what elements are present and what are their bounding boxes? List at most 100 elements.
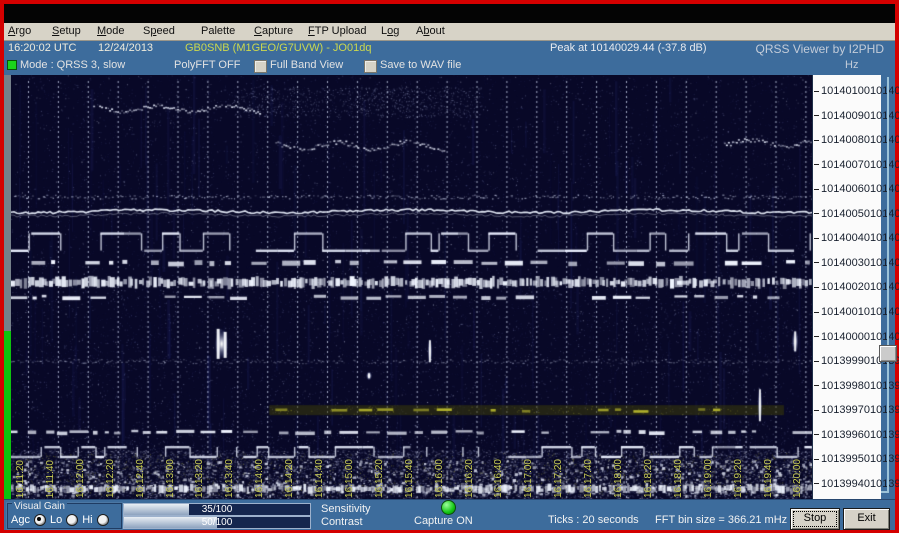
sensitivity-slider[interactable]: 35/100 xyxy=(123,503,311,516)
freq-tick-label: 1014000010140000 xyxy=(814,331,882,343)
visual-gain-title: Visual Gain xyxy=(12,502,67,512)
time-tick-label: 16:16:00 xyxy=(434,459,445,498)
capture-status-label: Capture ON xyxy=(414,515,473,527)
time-tick-label: 16:20:00 xyxy=(792,459,803,498)
time-tick-label: 16:14:20 xyxy=(284,459,295,498)
time-tick-label: 16:13:40 xyxy=(224,459,235,498)
freq-tick-label: 1014008010140080 xyxy=(814,134,882,146)
radio-lo[interactable] xyxy=(66,514,78,526)
frequency-scale: 1014010010140100 1014009010140090 10140080… xyxy=(812,75,881,499)
peak-readout: Peak at 10140029.44 (-37.8 dB) xyxy=(550,42,707,54)
freq-tick-label: 1014006010140060 xyxy=(814,183,882,195)
time-tick-label: 16:18:00 xyxy=(613,459,624,498)
time-tick-label: 16:16:20 xyxy=(464,459,475,498)
freq-tick-label: 1013999010139990 xyxy=(814,355,882,367)
station-callsign: GB0SNB (M1GEO/G7UVW) - JO01dq xyxy=(185,42,371,54)
control-panel: Visual Gain Agc Lo Hi 35/100 50/100 Sensit… xyxy=(4,499,895,530)
polyfft-label[interactable]: PolyFFT OFF xyxy=(174,59,240,71)
freq-tick-label: 1014009010140090 xyxy=(814,110,882,122)
capture-led xyxy=(441,500,456,515)
waterfall-display[interactable]: 16:11:20 16:11:40 16:12:00 16:12:20 16:12:40… xyxy=(11,75,812,499)
time-tick-label: 16:19:20 xyxy=(733,459,744,498)
time-tick-label: 16:11:40 xyxy=(45,460,56,498)
freq-tick-label: 1013995010139950 xyxy=(814,453,882,465)
menu-item-capture[interactable]: Capture xyxy=(254,25,293,37)
time-tick-label: 16:12:00 xyxy=(75,459,86,498)
time-tick-label: 16:13:00 xyxy=(165,459,176,498)
menu-item-about[interactable]: About xyxy=(416,25,445,37)
fft-bin-readout: FFT bin size = 366.21 mHz xyxy=(655,514,787,526)
time-tick-label: 16:19:40 xyxy=(763,459,774,498)
contrast-label: Contrast xyxy=(321,516,363,528)
visual-gain-option-label: Lo xyxy=(50,514,62,526)
time-tick-label: 16:15:40 xyxy=(404,459,415,498)
waterfall-canvas[interactable] xyxy=(11,75,812,499)
hz-unit-label: Hz xyxy=(845,59,858,71)
time-tick-label: 16:14:40 xyxy=(314,459,325,498)
time-tick-label: 16:18:40 xyxy=(673,459,684,498)
ticks-readout: Ticks : 20 seconds xyxy=(548,514,639,526)
frequency-scrollbar-cap xyxy=(881,491,889,493)
date: 12/24/2013 xyxy=(98,42,153,54)
freq-tick-label: 1014010010140100 xyxy=(814,85,882,97)
app-frame: Argo Setup Mode Speed Palette Capture FTP Uplo… xyxy=(0,0,899,533)
menu-item-setup[interactable]: Setup xyxy=(52,25,81,37)
mode-label: Mode : QRSS 3, slow xyxy=(20,59,125,71)
time-tick-label: 16:14:00 xyxy=(254,459,265,498)
time-tick-label: 16:16:40 xyxy=(493,459,504,498)
full-band-view-checkbox[interactable] xyxy=(254,60,267,73)
freq-tick-label: 1014005010140050 xyxy=(814,208,882,220)
freq-tick-label: 1013997010139970 xyxy=(814,404,882,416)
time-tick-label: 16:15:20 xyxy=(374,459,385,498)
menu-item-argo[interactable]: Argo xyxy=(8,25,31,37)
status-bar: Mode : QRSS 3, slow PolyFFT OFF Full Ban… xyxy=(4,57,895,75)
time-tick-label: 16:18:20 xyxy=(643,459,654,498)
sensitivity-value: 35/100 xyxy=(124,504,310,515)
contrast-slider[interactable]: 50/100 xyxy=(123,516,311,529)
time-tick-label: 16:13:20 xyxy=(194,459,205,498)
contrast-value: 50/100 xyxy=(124,517,310,528)
menu-item-speed[interactable]: Speed xyxy=(143,25,175,37)
freq-tick-label: 1013998010139980 xyxy=(814,380,882,392)
time-tick-label: 16:19:00 xyxy=(703,459,714,498)
save-wav-label: Save to WAV file xyxy=(380,59,461,71)
time-tick-label: 16:15:00 xyxy=(344,459,355,498)
main-area: 16:11:20 16:11:40 16:12:00 16:12:20 16:12:40… xyxy=(4,75,895,499)
visual-gain-option-label: Hi xyxy=(82,514,92,526)
menu-item-mode[interactable]: Mode xyxy=(97,25,125,37)
freq-tick-label: 1014002010140020 xyxy=(814,281,882,293)
info-bar: 16:20:02 UTC 12/24/2013 GB0SNB (M1GEO/G7… xyxy=(4,41,895,57)
freq-tick-label: 1014007010140070 xyxy=(814,159,882,171)
visual-gain-groupbox: Visual Gain Agc Lo Hi xyxy=(7,503,122,529)
save-wav-checkbox[interactable] xyxy=(364,60,377,73)
menu-item-ftp-upload[interactable]: FTP Upload xyxy=(308,25,367,37)
radio-hi[interactable] xyxy=(97,514,109,526)
freq-tick-label: 1014003010140030 xyxy=(814,257,882,269)
freq-tick-label: 1014001010140010 xyxy=(814,306,882,318)
app-title: QRSS Viewer by I2PHD xyxy=(756,42,885,56)
full-band-view-label: Full Band View xyxy=(270,59,343,71)
run-indicator xyxy=(7,60,17,70)
time-tick-label: 16:12:20 xyxy=(105,459,116,498)
menu-item-log[interactable]: Log xyxy=(381,25,399,37)
freq-tick-label: 1013994010139940 xyxy=(814,478,882,490)
argo-window: Argo Setup Mode Speed Palette Capture FTP Uplo… xyxy=(4,4,895,529)
time-tick-label: 16:17:40 xyxy=(583,459,594,498)
stop-button[interactable]: Stop xyxy=(790,508,840,530)
time-tick-label: 16:17:20 xyxy=(553,459,564,498)
title-bar xyxy=(4,4,895,23)
sensitivity-label: Sensitivity xyxy=(321,503,371,515)
time-tick-label: 16:11:20 xyxy=(15,460,26,498)
menu-item-palette[interactable]: Palette xyxy=(201,25,235,37)
frequency-scrollbar-track[interactable] xyxy=(887,77,889,493)
utc-time: 16:20:02 UTC xyxy=(8,42,76,54)
frequency-scrollbar-thumb[interactable] xyxy=(879,345,897,362)
exit-button[interactable]: Exit xyxy=(843,508,890,530)
menu-bar: Argo Setup Mode Speed Palette Capture FTP Uplo… xyxy=(4,23,895,41)
radio-agc[interactable] xyxy=(34,514,46,526)
time-tick-label: 16:17:00 xyxy=(523,459,534,498)
freq-tick-label: 1014004010140040 xyxy=(814,232,882,244)
freq-tick-label: 1013996010139960 xyxy=(814,429,882,441)
time-tick-label: 16:12:40 xyxy=(135,459,146,498)
visual-gain-option-label: Agc xyxy=(11,514,30,526)
